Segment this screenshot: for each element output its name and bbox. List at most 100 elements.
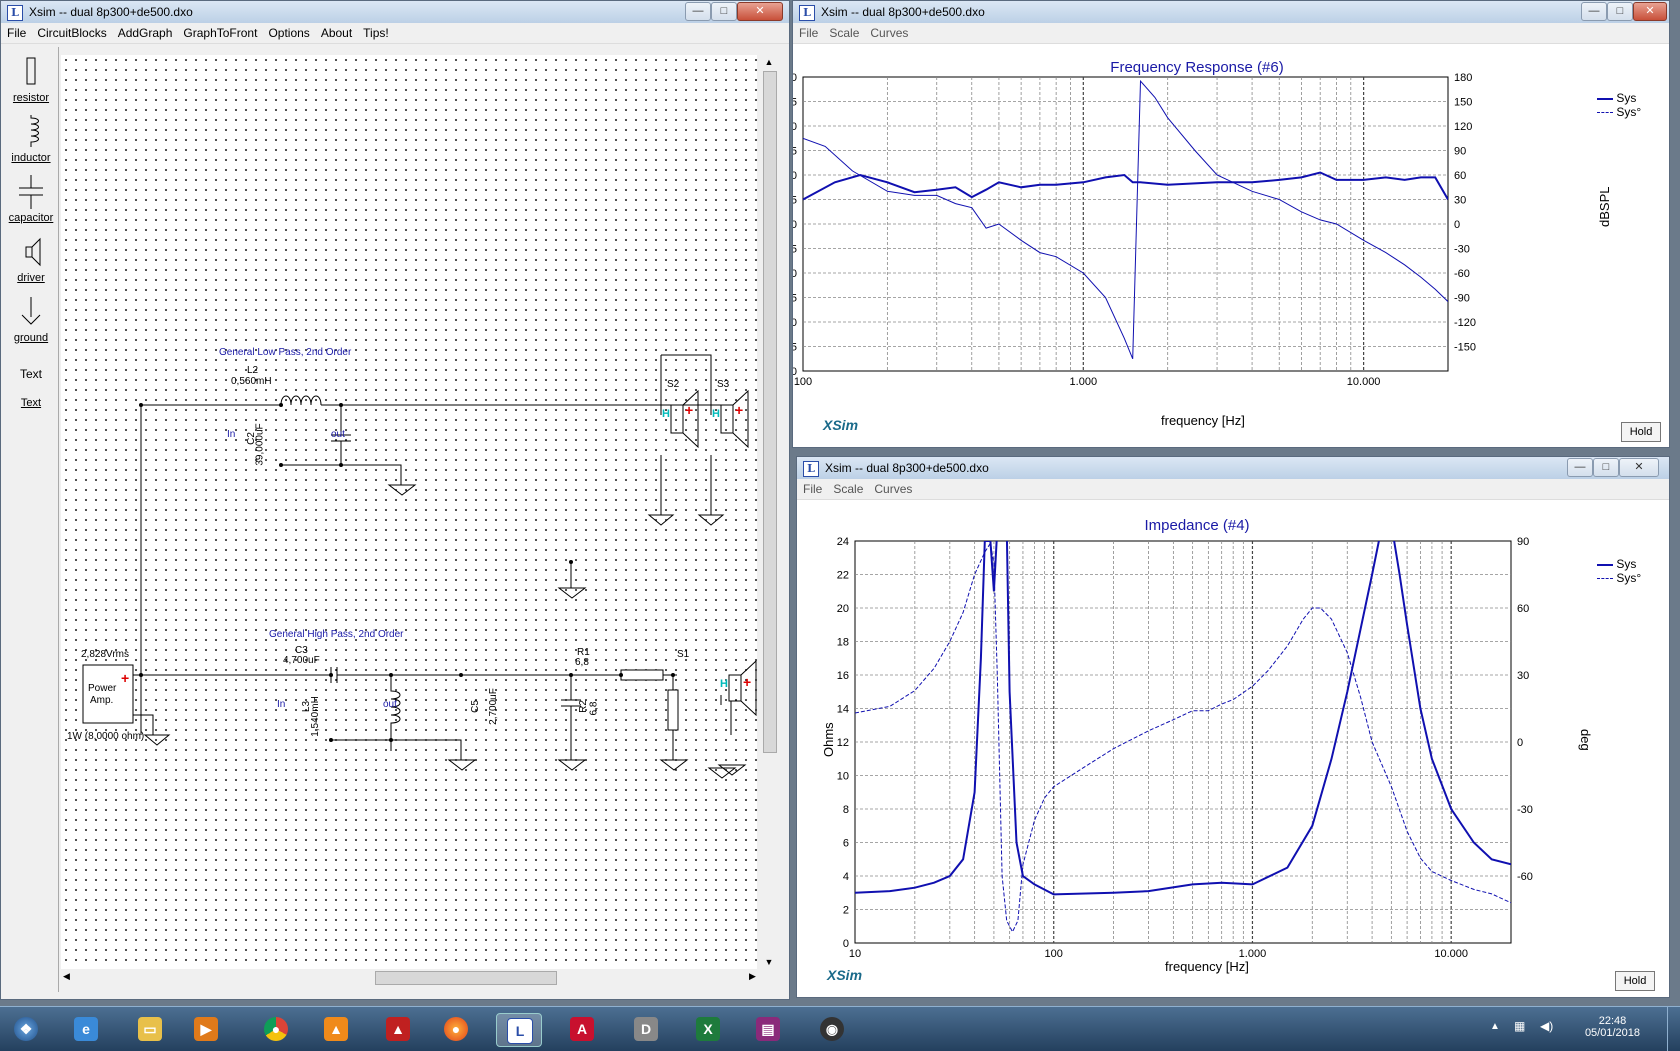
taskbar-app-red[interactable]: ▲ bbox=[376, 1013, 420, 1045]
horizontal-scrollbar[interactable]: ◀ ▶ bbox=[61, 969, 761, 985]
tray-arrow-icon[interactable]: ▲ bbox=[1490, 1021, 1500, 1032]
imp-ylabel: Ohms bbox=[821, 722, 836, 757]
taskbar-media-player[interactable]: ▶ bbox=[184, 1013, 228, 1045]
chrome-icon: ● bbox=[264, 1017, 288, 1041]
tool-capacitor[interactable]: capacitor bbox=[4, 175, 58, 224]
imp-ytick: 4 bbox=[843, 871, 849, 883]
taskbar-acrobat[interactable]: A bbox=[560, 1013, 604, 1045]
menu-graphtofront[interactable]: GraphToFront bbox=[177, 23, 262, 40]
imp-y2tick: 90 bbox=[1517, 536, 1529, 548]
freq-legend: Sys Sys° bbox=[1597, 91, 1641, 119]
scroll-down-icon[interactable]: ▼ bbox=[763, 957, 775, 969]
circuit-window: L Xsim -- dual 8p300+de500.dxo — □ ✕ Fil… bbox=[0, 0, 790, 1000]
freq-y2tick: 120 bbox=[1454, 121, 1472, 133]
l2-value: 0,560mH bbox=[231, 376, 272, 387]
scroll-left-icon[interactable]: ◀ bbox=[63, 971, 70, 982]
speaker-s1-label: S1 bbox=[677, 649, 690, 660]
imp-xtick: 100 bbox=[1045, 948, 1063, 960]
tool-driver[interactable]: driver bbox=[4, 235, 58, 284]
clock-date: 05/01/2018 bbox=[1584, 1027, 1640, 1039]
maximize-button[interactable]: □ bbox=[711, 2, 737, 21]
taskbar-vlc[interactable]: ▲ bbox=[314, 1013, 358, 1045]
freq-legend-sys-phase: Sys° bbox=[1616, 105, 1642, 119]
lowpass-title: General Low Pass, 2nd Order bbox=[219, 347, 352, 358]
tool-resistor[interactable]: resistor bbox=[4, 55, 58, 104]
imp-hold-button[interactable]: Hold bbox=[1615, 971, 1655, 991]
imp-ytick: 22 bbox=[837, 570, 849, 582]
freq-xlabel: frequency [Hz] bbox=[1161, 413, 1245, 428]
vertical-scrollbar[interactable]: ▲ ▼ bbox=[761, 55, 777, 985]
freq-y2tick: 150 bbox=[1454, 97, 1472, 109]
imp-legend-sys: Sys bbox=[1616, 557, 1637, 571]
horizontal-scroll-thumb[interactable] bbox=[375, 971, 557, 985]
tool-inductor[interactable]: inductor bbox=[4, 115, 58, 164]
amp-label-amp: Amp. bbox=[90, 695, 114, 706]
freq-y2tick: 30 bbox=[1454, 195, 1466, 207]
tool-text-underlined[interactable]: Text bbox=[4, 397, 58, 409]
system-clock[interactable]: 22:48 05/01/2018 bbox=[1585, 1015, 1640, 1039]
r1-value: 6,8 bbox=[575, 657, 589, 668]
tool-text-plain[interactable]: Text bbox=[4, 367, 58, 381]
ground-icon bbox=[21, 297, 41, 325]
imp-y2tick: -30 bbox=[1517, 804, 1533, 816]
menu-file[interactable]: File bbox=[1, 23, 31, 40]
freq-ytick: 85 bbox=[793, 244, 797, 256]
scroll-right-icon[interactable]: ▶ bbox=[749, 971, 756, 982]
lowpass-out: out bbox=[331, 429, 345, 440]
taskbar-winrar[interactable]: ▤ bbox=[746, 1013, 790, 1045]
taskbar-excel[interactable]: X bbox=[686, 1013, 730, 1045]
menu-about[interactable]: About bbox=[315, 23, 357, 40]
menu-addgraph[interactable]: AddGraph bbox=[112, 23, 178, 40]
taskbar-speaker[interactable]: ◉ bbox=[810, 1013, 854, 1045]
taskbar-explorer[interactable]: ▭ bbox=[128, 1013, 172, 1045]
tool-label-text: Text bbox=[20, 397, 42, 409]
freq-ytick: 75 bbox=[793, 293, 797, 305]
freq-y2tick: -90 bbox=[1454, 293, 1470, 305]
vertical-scroll-thumb[interactable] bbox=[763, 71, 777, 753]
tool-label-ground: ground bbox=[13, 332, 49, 344]
schematic-wiring: + + + + H H H bbox=[82, 354, 757, 779]
capacitor-icon bbox=[19, 175, 43, 209]
taskbar-xsim[interactable]: L bbox=[496, 1013, 542, 1047]
svg-text:H: H bbox=[662, 408, 670, 420]
freq-ytick: 105 bbox=[793, 146, 797, 158]
minimize-button[interactable]: — bbox=[685, 2, 711, 21]
network-icon[interactable]: ▦ bbox=[1514, 1019, 1525, 1033]
taskbar-internet-explorer[interactable]: e bbox=[64, 1013, 108, 1045]
impedance-chart: 2422201816141210864209060300-30-6010 100 1… bbox=[837, 536, 1533, 960]
freq-legend-sys: Sys bbox=[1616, 91, 1637, 105]
taskbar-firefox[interactable]: ● bbox=[434, 1013, 478, 1045]
menu-circuitblocks[interactable]: CircuitBlocks bbox=[31, 23, 111, 40]
c5-value: 2,700uF bbox=[487, 688, 499, 725]
d-app-icon: D bbox=[634, 1017, 658, 1041]
freq-ytick: 120 bbox=[793, 72, 797, 84]
speaker-icon: ◉ bbox=[820, 1017, 844, 1041]
acrobat-icon: A bbox=[570, 1017, 594, 1041]
amp-power: 1W (8,0000 ohm) bbox=[67, 731, 145, 742]
freq-ylabel: dBSPL bbox=[1597, 186, 1612, 227]
menu-options[interactable]: Options bbox=[262, 23, 314, 40]
component-toolbox: resistor inductor capacitor driver groun… bbox=[4, 47, 59, 992]
close-button[interactable]: ✕ bbox=[737, 2, 783, 21]
imp-ytick: 16 bbox=[837, 670, 849, 682]
taskbar-chrome[interactable]: ● bbox=[254, 1013, 298, 1045]
c5-name: C5 bbox=[469, 700, 481, 713]
freq-y2tick: 0 bbox=[1454, 219, 1460, 231]
imp-y2label: deg bbox=[1578, 729, 1593, 751]
freq-y2tick: -120 bbox=[1454, 317, 1476, 329]
menu-tips[interactable]: Tips! bbox=[357, 23, 394, 40]
tool-ground[interactable]: ground bbox=[4, 295, 58, 344]
circuit-titlebar[interactable]: L Xsim -- dual 8p300+de500.dxo — □ ✕ bbox=[1, 1, 789, 23]
tool-label-text-plain: Text bbox=[19, 367, 42, 381]
firefox-icon: ● bbox=[444, 1017, 468, 1041]
start-button[interactable]: ❖ bbox=[4, 1013, 48, 1045]
svg-text:+: + bbox=[743, 674, 751, 690]
imp-xtick: 10.000 bbox=[1434, 948, 1468, 960]
taskbar-app-d[interactable]: D bbox=[624, 1013, 668, 1045]
freq-hold-button[interactable]: Hold bbox=[1621, 422, 1661, 442]
imp-ytick: 20 bbox=[837, 603, 849, 615]
show-desktop-button[interactable] bbox=[1667, 1007, 1680, 1051]
scroll-up-icon[interactable]: ▲ bbox=[763, 57, 775, 69]
volume-icon[interactable]: ◀) bbox=[1540, 1019, 1553, 1033]
imp-xlabel: frequency [Hz] bbox=[1165, 959, 1249, 974]
